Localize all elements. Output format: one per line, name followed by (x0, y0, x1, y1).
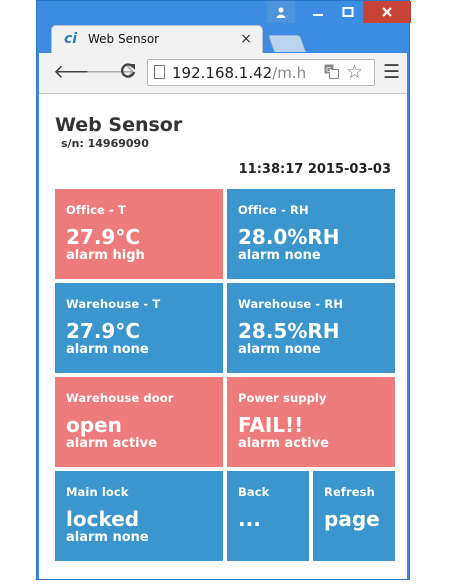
refresh-button[interactable]: Refresh page (313, 471, 395, 561)
tile-value: 27.9°C (66, 319, 141, 343)
tile-value: page (324, 507, 380, 531)
tile-value: FAIL!! (238, 413, 304, 437)
close-icon[interactable] (363, 1, 411, 23)
tile-value: 27.9°C (66, 225, 141, 249)
tile-label: Office - RH (238, 203, 309, 217)
tile-value: 28.0%RH (238, 225, 340, 249)
tab-close-icon[interactable]: × (240, 31, 252, 47)
tile-main-lock[interactable]: Main lock locked alarm none (55, 471, 223, 561)
tile-status: alarm none (238, 248, 321, 263)
bookmark-star-icon[interactable]: ☆ (346, 61, 363, 83)
minimize-icon[interactable] (303, 1, 333, 23)
browser-window: ci Web Sensor × 🡐 🡒 192.168.1.42/m.h G ☆… (36, 0, 411, 580)
user-icon[interactable] (267, 1, 295, 23)
tile-status: alarm none (238, 342, 321, 357)
tile-warehouse-temperature[interactable]: Warehouse - T 27.9°C alarm none (55, 283, 223, 373)
browser-toolbar: 🡐 🡒 192.168.1.42/m.h G ☆ ☰ (39, 53, 407, 94)
tile-label: Main lock (66, 485, 129, 499)
tile-value: 28.5%RH (238, 319, 340, 343)
tile-status: alarm active (238, 436, 329, 451)
url-text: 192.168.1.42/m.h (172, 64, 307, 82)
serial-number: s/n: 14969090 (61, 137, 149, 150)
back-button[interactable]: Back ... (227, 471, 309, 561)
tile-power-supply[interactable]: Power supply FAIL!! alarm active (227, 377, 395, 467)
tile-office-humidity[interactable]: Office - RH 28.0%RH alarm none (227, 189, 395, 279)
tile-label: Power supply (238, 391, 327, 405)
tile-label: Refresh (324, 485, 375, 499)
page-content: Web Sensor s/n: 14969090 11:38:17 2015-0… (39, 94, 407, 579)
svg-text:G: G (326, 66, 331, 74)
reload-icon[interactable] (119, 62, 137, 84)
tile-value: open (66, 413, 122, 437)
tile-label: Office - T (66, 203, 126, 217)
tile-status: alarm none (66, 530, 149, 545)
tab-title: Web Sensor (88, 32, 160, 46)
tile-status: alarm high (66, 248, 145, 263)
translate-icon[interactable]: G (324, 64, 339, 83)
tile-office-temperature[interactable]: Office - T 27.9°C alarm high (55, 189, 223, 279)
favicon-icon: ci (64, 31, 78, 47)
tile-label: Warehouse - RH (238, 297, 344, 311)
address-bar[interactable]: 192.168.1.42/m.h G ☆ (147, 59, 375, 86)
tile-label: Back (238, 485, 270, 499)
title-bar: ci Web Sensor × (37, 1, 411, 54)
date-time: 11:38:17 2015-03-03 (238, 162, 391, 177)
tile-status: alarm none (66, 342, 149, 357)
browser-tab[interactable]: ci Web Sensor × (51, 25, 263, 54)
tile-label: Warehouse door (66, 391, 174, 405)
maximize-icon[interactable] (333, 1, 363, 23)
tile-warehouse-door[interactable]: Warehouse door open alarm active (55, 377, 223, 467)
tile-value: ... (238, 507, 261, 531)
tile-warehouse-humidity[interactable]: Warehouse - RH 28.5%RH alarm none (227, 283, 395, 373)
menu-icon[interactable]: ☰ (383, 62, 400, 82)
new-tab-button[interactable] (267, 35, 307, 52)
page-icon (154, 65, 165, 79)
page-title: Web Sensor (55, 114, 183, 136)
tile-status: alarm active (66, 436, 157, 451)
tile-value: locked (66, 507, 140, 531)
tile-label: Warehouse - T (66, 297, 161, 311)
